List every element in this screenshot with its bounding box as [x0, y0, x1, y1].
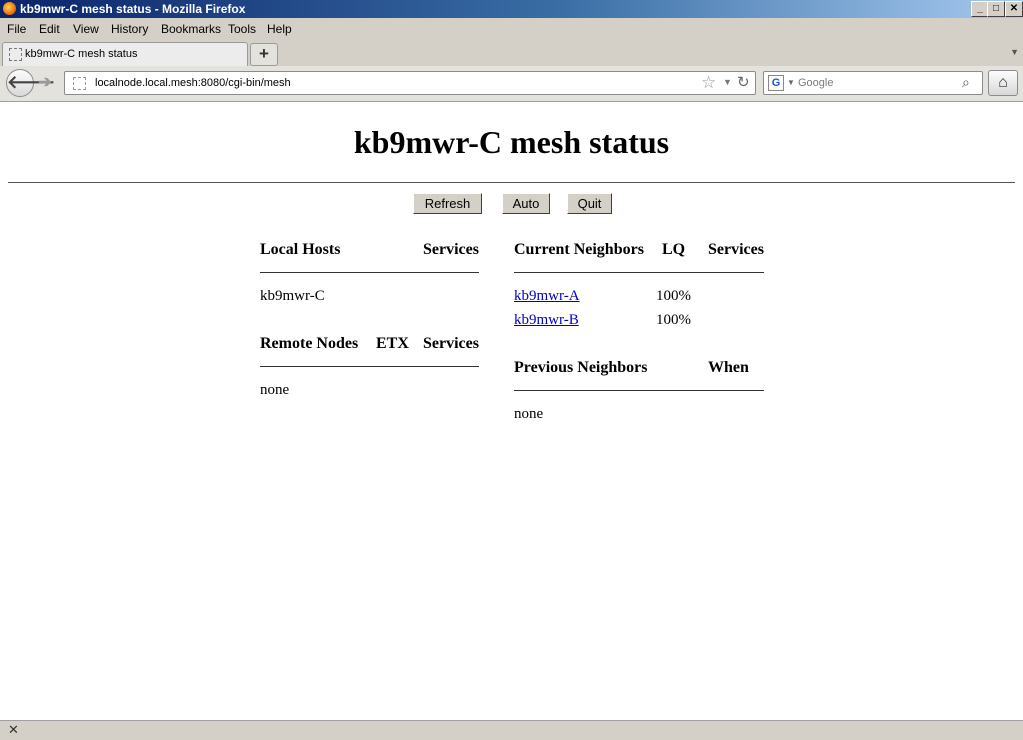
home-button[interactable]: ⌂: [988, 70, 1018, 96]
remote-etx-header: ETX: [376, 335, 409, 352]
local-services-header: Services: [423, 241, 479, 258]
forward-button[interactable]: ➔: [36, 73, 54, 93]
menu-file[interactable]: File: [7, 22, 26, 36]
page-favicon-icon: [9, 48, 22, 61]
status-bar: ✕: [0, 720, 1023, 740]
previous-neighbors-header: Previous Neighbors: [514, 359, 648, 376]
menu-help[interactable]: Help: [267, 22, 292, 36]
page-content: kb9mwr-C mesh status Refresh Auto Quit L…: [0, 102, 1023, 720]
url-history-dropdown-icon[interactable]: ▼: [723, 77, 732, 87]
tab-mesh-status[interactable]: kb9mwr-C mesh status: [2, 42, 248, 66]
window-title: kb9mwr-C mesh status - Mozilla Firefox: [20, 2, 246, 16]
neighbor-lq-value: 100%: [656, 312, 691, 328]
previous-neighbors-divider: [514, 390, 764, 391]
tab-bar: kb9mwr-C mesh status + ▼: [0, 40, 1023, 66]
auto-button[interactable]: Auto: [502, 193, 550, 214]
menu-tools[interactable]: Tools: [228, 22, 256, 36]
close-addon-bar-icon[interactable]: ✕: [8, 722, 19, 738]
remote-nodes-empty: none: [260, 382, 290, 398]
previous-when-header: When: [708, 359, 749, 376]
tab-label: kb9mwr-C mesh status: [25, 48, 138, 60]
menu-history[interactable]: History: [111, 22, 148, 36]
firefox-logo-icon: [3, 2, 16, 15]
refresh-button[interactable]: Refresh: [413, 193, 482, 214]
search-icon[interactable]: ⌕: [962, 74, 970, 91]
back-button[interactable]: 🡐: [6, 69, 55, 97]
page-title: kb9mwr-C mesh status: [353, 124, 670, 160]
url-bar[interactable]: ☆ ▼ ↻: [64, 71, 756, 95]
search-bar[interactable]: G ▼ ⌕: [763, 71, 983, 95]
local-hosts-divider: [260, 272, 479, 273]
neighbor-link-kb9mwr-a[interactable]: kb9mwr-A: [514, 287, 580, 305]
remote-nodes-header: Remote Nodes: [260, 335, 359, 352]
current-neighbors-divider: [514, 272, 764, 273]
window-titlebar[interactable]: kb9mwr-C mesh status - Mozilla Firefox _…: [0, 0, 1023, 18]
menu-view[interactable]: View: [73, 22, 99, 36]
header-divider: [8, 182, 1015, 183]
neighbor-link-kb9mwr-b[interactable]: kb9mwr-B: [514, 311, 579, 329]
search-input[interactable]: [798, 76, 958, 90]
neighbor-services-header: Services: [708, 241, 764, 258]
reload-icon[interactable]: ↻: [737, 73, 750, 91]
quit-button[interactable]: Quit: [567, 193, 612, 214]
engine-dropdown-icon[interactable]: ▼: [787, 78, 795, 87]
new-tab-button[interactable]: +: [250, 43, 278, 66]
neighbor-lq-header: LQ: [662, 241, 686, 258]
google-engine-icon[interactable]: G: [768, 75, 784, 91]
previous-neighbors-empty: none: [514, 406, 544, 422]
maximize-button[interactable]: □: [987, 1, 1005, 17]
bookmark-star-icon[interactable]: ☆: [701, 73, 716, 93]
close-window-button[interactable]: ✕: [1005, 1, 1023, 17]
remote-nodes-divider: [260, 366, 479, 367]
local-hosts-header: Local Hosts: [260, 241, 341, 258]
list-all-tabs-icon[interactable]: ▼: [1010, 47, 1019, 57]
current-neighbors-header: Current Neighbors: [514, 241, 644, 258]
menu-edit[interactable]: Edit: [39, 22, 60, 36]
neighbor-lq-value: 100%: [656, 288, 691, 304]
url-input[interactable]: [95, 75, 685, 91]
site-identity-icon[interactable]: [73, 77, 86, 90]
local-host-name: kb9mwr-C: [260, 288, 325, 304]
menu-bookmarks[interactable]: Bookmarks: [161, 22, 221, 36]
navigation-toolbar: 🡐 ➔ ☆ ▼ ↻ G ▼ ⌕ ⌂: [0, 66, 1023, 102]
menu-bar: File Edit View History Bookmarks Tools H…: [0, 18, 1023, 40]
remote-services-header: Services: [423, 335, 479, 352]
